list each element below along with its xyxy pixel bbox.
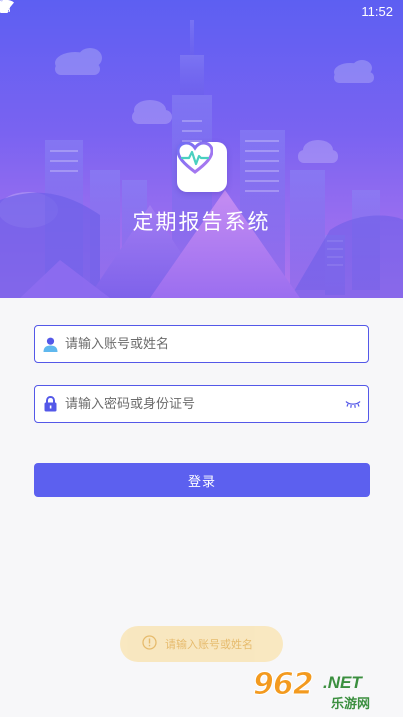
user-icon [35, 337, 65, 352]
status-time: 11:52 [361, 3, 393, 19]
status-bar: 11:52 [0, 0, 403, 22]
header-banner: 11:52 定期报告系统 [0, 0, 403, 298]
lock-icon [35, 396, 65, 412]
password-input[interactable] [65, 386, 338, 422]
account-field[interactable] [34, 325, 369, 363]
password-field[interactable] [34, 385, 369, 423]
watermark-domain: .NET [323, 673, 362, 692]
account-input[interactable] [65, 326, 368, 362]
eye-closed-icon[interactable] [338, 400, 368, 409]
toast-message: 请输入账号或姓名 [120, 626, 283, 662]
app-title: 定期报告系统 [132, 210, 271, 234]
watermark-number: 962 [253, 667, 315, 703]
watermark-logo: 962 .NET 乐游网 [249, 667, 399, 713]
login-button[interactable]: 登录 [34, 463, 370, 497]
toast-text: 请输入账号或姓名 [165, 638, 253, 651]
app-logo [177, 142, 227, 192]
watermark-site: 乐游网 [331, 697, 371, 712]
info-circle-icon [142, 634, 157, 654]
